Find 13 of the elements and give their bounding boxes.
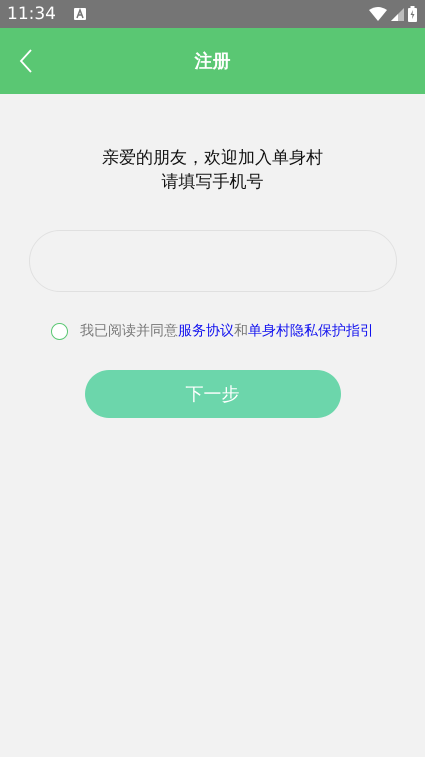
battery-icon — [408, 6, 417, 22]
agreement-link[interactable]: 服务协议 — [178, 323, 234, 339]
wifi-icon — [369, 7, 387, 21]
greeting-text: 亲爱的朋友，欢迎加入单身村 — [102, 147, 323, 170]
agreement-link[interactable]: 单身村隐私保护指引 — [248, 323, 374, 339]
page-title: 注册 — [194, 50, 230, 73]
greeting-text: 请填写手机号 — [162, 171, 264, 194]
agreement-checkbox[interactable] — [51, 322, 68, 340]
back-icon[interactable] — [19, 49, 33, 73]
notification-icon — [74, 8, 86, 20]
agreement-text: 我已阅读并同意服务协议和单身村隐私保护指引 — [80, 322, 374, 340]
status-time: 11:34 — [7, 4, 56, 24]
signal-icon — [391, 8, 404, 20]
